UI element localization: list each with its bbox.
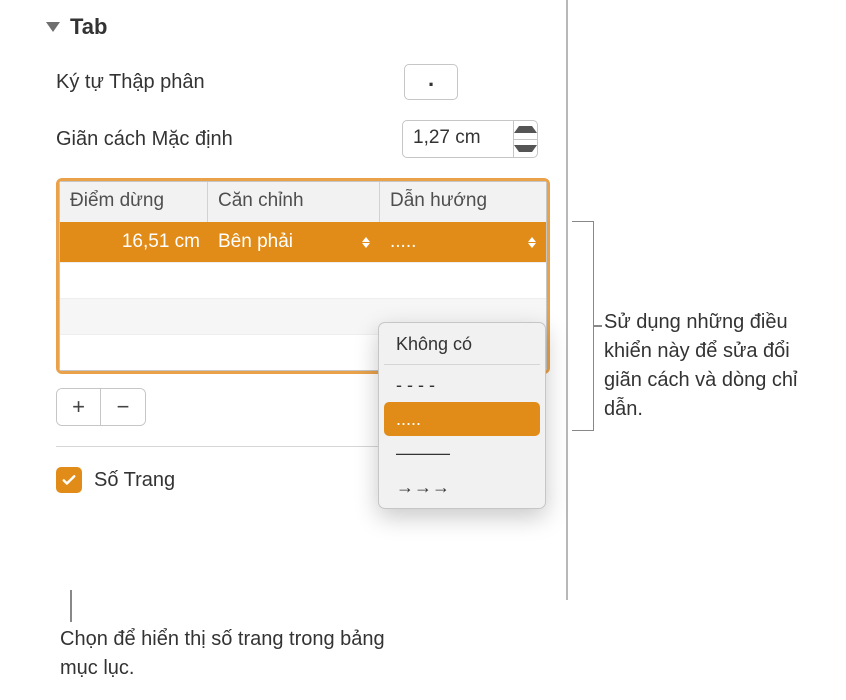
stepper-down-icon[interactable] [514,140,537,158]
col-header-stops: Điểm dừng [60,182,208,222]
decimal-char-input[interactable]: . [404,64,458,100]
col-header-leader: Dẫn hướng [380,182,546,222]
decimal-char-label: Ký tự Thập phân [56,71,404,94]
table-header-row: Điểm dừng Căn chỉnh Dẫn hướng [60,182,546,222]
callout-pagenum-text: Chọn để hiển thị số trang trong bảng mục… [60,625,390,683]
checkmark-icon [60,471,78,489]
leader-option-arrows[interactable]: →→→ [384,470,540,504]
leader-option-line[interactable]: ——— [384,436,540,470]
section-header[interactable]: Tab [28,0,566,54]
cell-leader-value: ..... [390,231,416,253]
cell-stop[interactable]: 16,51 cm [60,225,208,259]
disclosure-triangle-icon[interactable] [46,22,60,32]
cell-align[interactable]: Bên phải [208,225,380,259]
decimal-char-row: Ký tự Thập phân . [28,54,566,110]
tab-panel: Tab Ký tự Thập phân . Giãn cách Mặc định… [28,0,568,600]
dropdown-arrows-icon [362,237,370,248]
table-row[interactable]: 16,51 cm Bên phải ..... [60,222,546,262]
default-spacing-label: Giãn cách Mặc định [56,128,402,151]
col-header-align: Căn chỉnh [208,182,380,222]
add-button[interactable]: + [57,389,101,425]
dropdown-arrows-icon [528,237,536,248]
callout-connector-icon [70,590,72,622]
callout-spacing-text: Sử dụng những điều khiển này để sửa đổi … [604,308,828,424]
default-spacing-row: Giãn cách Mặc định 1,27 cm [28,110,566,168]
leader-dropdown: Không có - - - - ..... ——— →→→ [378,322,546,509]
table-row [60,262,546,298]
callout-connector-icon [593,325,602,327]
cell-leader[interactable]: ..... [380,225,546,259]
callout-bracket-icon [572,221,594,431]
leader-option-dots[interactable]: ..... [384,402,540,436]
section-title: Tab [70,14,107,40]
remove-button[interactable]: − [101,389,145,425]
spacing-stepper[interactable] [514,120,538,158]
cell-align-value: Bên phải [218,231,293,253]
default-spacing-input[interactable]: 1,27 cm [402,120,514,158]
menu-separator [384,364,540,365]
page-numbers-checkbox[interactable] [56,467,82,493]
stepper-up-icon[interactable] [514,121,537,140]
page-numbers-label: Số Trang [94,469,175,492]
leader-option-none[interactable]: Không có [384,327,540,361]
add-remove-control: + − [56,388,146,426]
leader-option-dash[interactable]: - - - - [384,368,540,402]
